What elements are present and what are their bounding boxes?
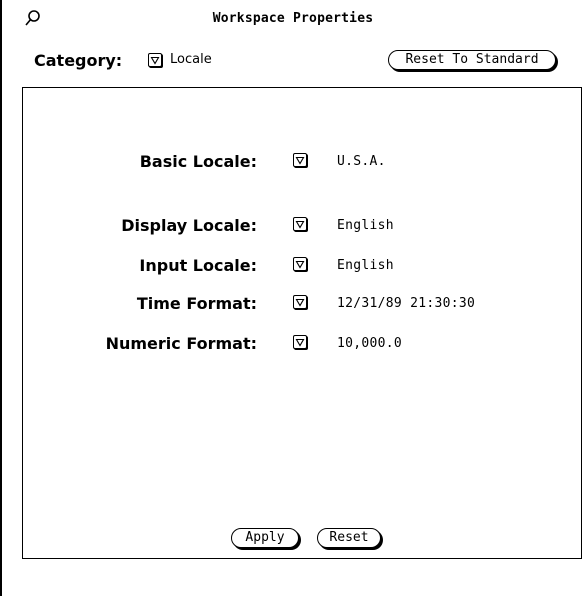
basic-locale-menu-button[interactable] (293, 153, 307, 167)
menu-triangle-icon (295, 260, 305, 269)
time-format-menu-button[interactable] (293, 295, 307, 309)
time-format-value: 12/31/89 21:30:30 (337, 296, 476, 311)
numeric-format-menu-button[interactable] (293, 335, 307, 349)
numeric-format-label: Numeric Format: (105, 334, 257, 353)
basic-locale-label: Basic Locale: (139, 152, 257, 171)
apply-button[interactable]: Apply (231, 528, 299, 548)
reset-to-standard-button[interactable]: Reset To Standard (388, 50, 556, 70)
reset-button[interactable]: Reset (317, 528, 381, 548)
display-locale-label: Display Locale: (121, 216, 257, 235)
menu-triangle-icon (150, 56, 160, 65)
time-format-label: Time Format: (136, 294, 257, 313)
window-title: Workspace Properties (212, 11, 374, 26)
title-bar: Workspace Properties (2, 0, 584, 34)
category-value: Locale (170, 52, 212, 67)
menu-triangle-icon (295, 220, 305, 229)
menu-triangle-icon (295, 338, 305, 347)
workspace-properties-window: Workspace Properties Category: Locale Re… (0, 0, 584, 596)
display-locale-value: English (337, 218, 394, 233)
input-locale-label: Input Locale: (139, 256, 257, 275)
category-label: Category: (34, 51, 123, 70)
basic-locale-value: U.S.A. (337, 154, 386, 169)
locale-panel: Basic Locale: U.S.A. Display Locale: Eng… (22, 87, 582, 559)
menu-triangle-icon (295, 156, 305, 165)
numeric-format-value: 10,000.0 (337, 336, 403, 351)
input-locale-value: English (337, 258, 394, 273)
display-locale-menu-button[interactable] (293, 217, 307, 231)
input-locale-menu-button[interactable] (293, 257, 307, 271)
menu-triangle-icon (295, 298, 305, 307)
category-menu-button[interactable] (148, 53, 162, 67)
